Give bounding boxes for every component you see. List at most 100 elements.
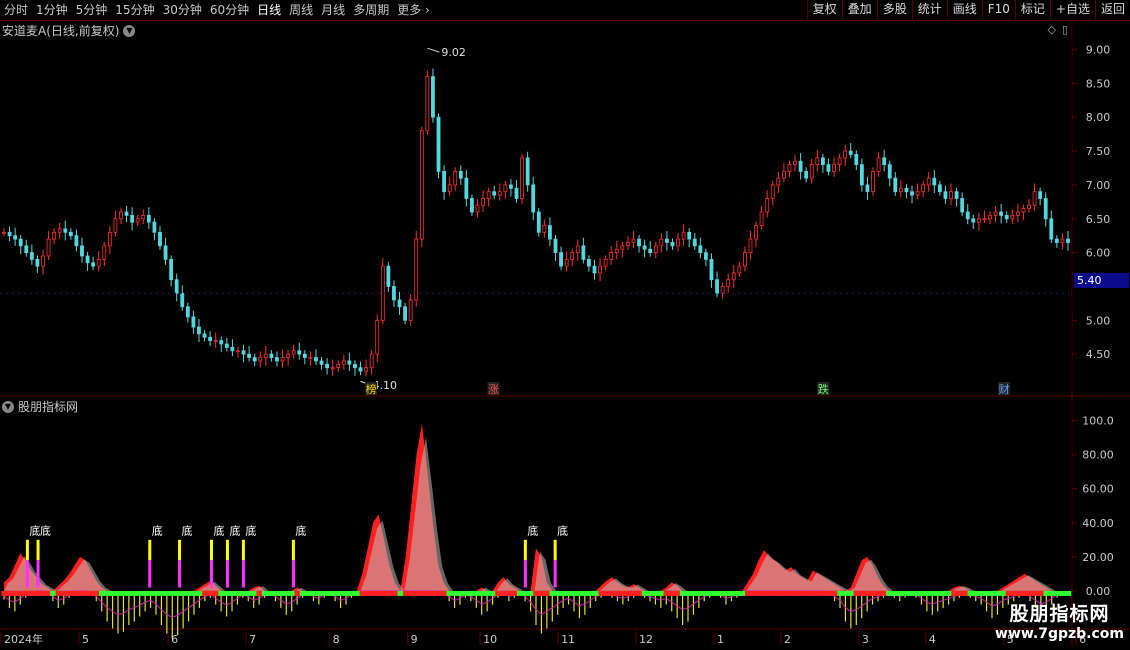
zero-band-segment	[202, 590, 209, 596]
candle-body	[458, 170, 463, 179]
candle-body	[481, 198, 485, 206]
chart-canvas[interactable]: 9.00 8.50 8.00 7.50 7.00 6.50 6.00 5.00 4.50 9.02…	[0, 0, 1130, 650]
bottom-signal-label: 底	[557, 524, 568, 538]
zero-band-segment	[479, 590, 485, 596]
zero-band-segment	[12, 590, 19, 596]
candle-body	[13, 235, 18, 240]
zero-band-segment	[71, 590, 78, 596]
zero-band-segment	[381, 590, 388, 596]
zero-band-segment	[842, 590, 849, 596]
zero-band-segment	[875, 590, 882, 596]
zero-band-segment	[826, 590, 833, 596]
zero-band-segment	[375, 590, 382, 596]
positive-shadow-area	[4, 437, 1072, 591]
zero-band-segment	[804, 590, 811, 596]
candle-body	[698, 245, 703, 254]
candle-body	[68, 231, 73, 237]
bottom-signal-label: 底	[182, 524, 193, 538]
candle-body	[509, 184, 513, 189]
zero-band-segment	[723, 590, 730, 596]
zero-band-segment	[294, 590, 301, 596]
candle-body	[748, 238, 753, 254]
zero-band-segment	[522, 590, 529, 596]
zero-band-segment	[446, 590, 453, 596]
candle-body	[798, 160, 803, 172]
candle-body	[24, 245, 29, 254]
candle-body	[954, 191, 959, 199]
zero-band-segment	[690, 590, 697, 596]
candle-body	[653, 245, 658, 254]
price-tick-label: 4.50	[1086, 348, 1111, 361]
candle-body	[542, 225, 547, 233]
candle-body	[993, 211, 998, 216]
price-tick-label: 5.00	[1086, 314, 1111, 327]
candle-body	[213, 340, 218, 343]
zero-band-segment	[766, 590, 773, 596]
candle-body	[158, 231, 162, 247]
zero-band-segment	[397, 590, 404, 596]
candle-body	[1010, 214, 1015, 220]
candle-body	[431, 76, 435, 118]
candle-body	[475, 204, 480, 213]
ind-tick-label: 100.0	[1082, 415, 1114, 428]
zero-band-segment	[918, 590, 925, 596]
zero-band-segment	[636, 590, 643, 596]
candle-body	[7, 231, 12, 237]
candle-body	[52, 231, 57, 240]
candle-body	[720, 286, 725, 294]
zero-band-segment	[93, 590, 100, 596]
candle-body	[832, 164, 836, 172]
zero-band-segment	[897, 590, 903, 596]
zero-band-segment	[348, 590, 355, 596]
zero-band-segment	[33, 590, 40, 596]
zero-band-segment	[859, 590, 865, 596]
candle-body	[330, 367, 335, 370]
candle-body	[843, 150, 848, 159]
zero-band-segment	[1032, 590, 1039, 596]
zero-band-segment	[555, 590, 561, 596]
candle-body	[926, 177, 931, 186]
zero-band-segment	[316, 590, 323, 596]
zero-band-segment	[147, 590, 154, 596]
zero-band-segment	[17, 590, 24, 596]
candle-body	[704, 252, 708, 260]
candle-body	[826, 164, 831, 172]
zero-band-segment	[712, 590, 719, 596]
candle-body	[536, 211, 541, 233]
candle-body	[308, 357, 313, 359]
candle-body	[403, 306, 407, 321]
candle-body	[754, 225, 758, 240]
zero-band-segment	[126, 590, 133, 596]
candle-body	[692, 238, 697, 247]
candle-body	[185, 306, 190, 318]
zero-band-segment	[750, 590, 757, 596]
zero-band-segment	[593, 590, 599, 596]
candle-body	[397, 299, 402, 308]
candle-body	[603, 258, 608, 267]
price-tick-label: 8.50	[1086, 77, 1111, 90]
candle-body	[715, 279, 719, 294]
xaxis-label: 2024年	[4, 632, 43, 646]
candle-body	[820, 157, 825, 166]
candle-body	[85, 255, 90, 264]
zero-band-segment	[365, 590, 371, 596]
zero-band-segment	[408, 590, 415, 596]
candle-body	[731, 272, 736, 281]
candle-body	[247, 353, 252, 358]
candle-body	[937, 184, 942, 193]
zero-band-segment	[55, 590, 62, 596]
candle-body	[197, 326, 201, 335]
candle-body	[314, 357, 318, 362]
zero-band-segment	[1, 590, 8, 596]
zero-band-segment	[880, 590, 887, 596]
candle-body	[442, 170, 446, 193]
candle-body	[887, 164, 892, 179]
zero-band-segment	[951, 590, 958, 596]
zero-band-segment	[891, 590, 898, 596]
zero-band-segment	[451, 590, 458, 596]
candle-body	[325, 363, 329, 369]
candle-body	[999, 211, 1004, 216]
candle-body	[141, 214, 146, 220]
zero-band-segment	[251, 590, 257, 596]
candle-body	[793, 160, 797, 166]
